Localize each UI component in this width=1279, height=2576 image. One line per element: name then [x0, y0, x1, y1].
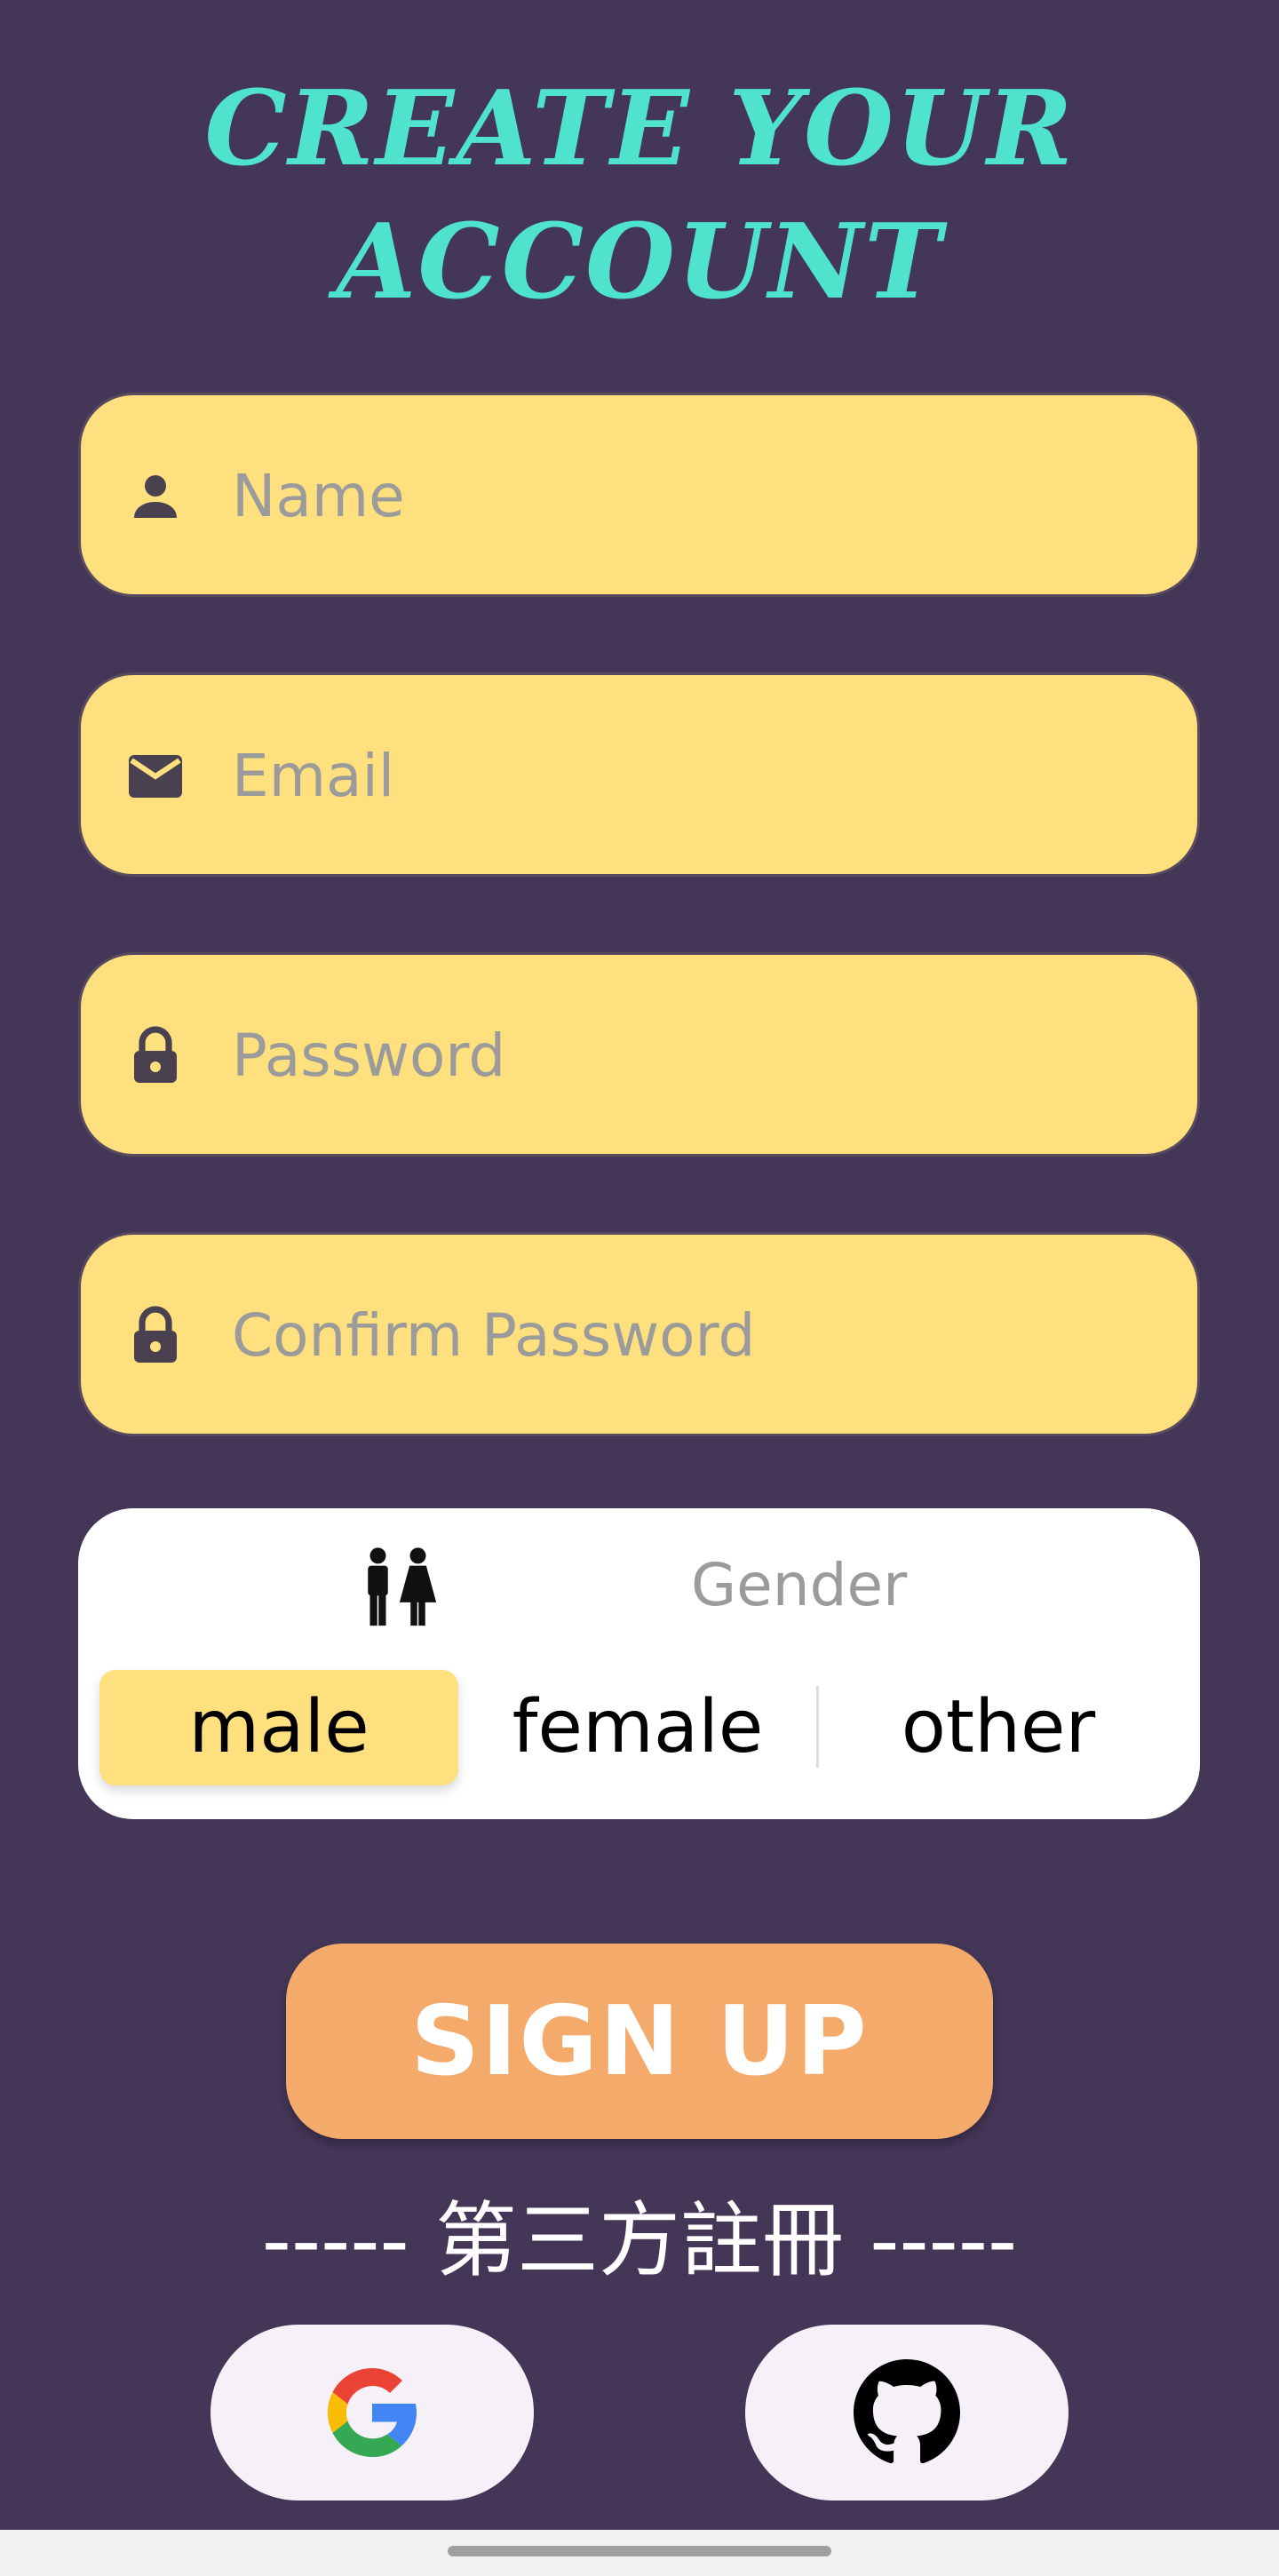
name-field[interactable]	[78, 393, 1200, 597]
name-input[interactable]	[230, 435, 1157, 557]
sign-up-button[interactable]: SIGN UP	[286, 1944, 993, 2139]
email-field[interactable]	[78, 672, 1200, 877]
confirm-password-input[interactable]	[230, 1275, 1157, 1396]
github-signup-button[interactable]	[745, 2325, 1068, 2500]
page-title: CREATE YOUR ACCOUNT	[0, 62, 1279, 329]
gender-option-male[interactable]: male	[99, 1670, 458, 1785]
lock-icon	[134, 1026, 177, 1083]
third-party-divider: ----- 第三方註冊 -----	[261, 2193, 1018, 2288]
email-icon	[129, 755, 182, 798]
wc-icon	[368, 1547, 437, 1626]
title-line-1: CREATE YOUR	[204, 68, 1075, 189]
google-signup-button[interactable]	[211, 2325, 534, 2500]
confirm-password-field[interactable]	[78, 1232, 1200, 1436]
email-input[interactable]	[230, 715, 1157, 837]
gender-selector: Gender male female other	[78, 1508, 1200, 1819]
gender-option-female[interactable]: female	[458, 1670, 817, 1785]
person-icon	[134, 475, 177, 518]
github-icon	[854, 2359, 960, 2464]
password-input[interactable]	[230, 995, 1157, 1117]
gender-option-other[interactable]: other	[819, 1670, 1178, 1785]
home-gesture-handle[interactable]	[448, 2546, 831, 2556]
title-line-2: ACCOUNT	[336, 202, 943, 322]
google-icon	[327, 2368, 417, 2458]
lock-icon	[134, 1306, 177, 1363]
gender-label: Gender	[691, 1551, 908, 1619]
password-field[interactable]	[78, 952, 1200, 1157]
